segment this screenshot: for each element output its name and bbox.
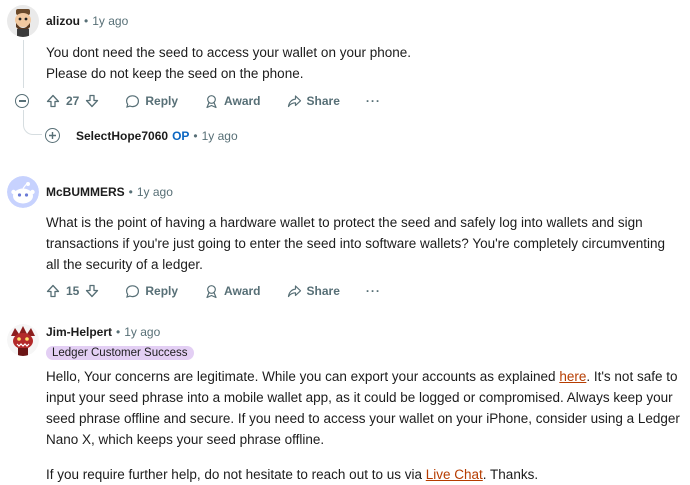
more-options-button[interactable]: ··· <box>366 284 381 298</box>
more-options-icon: ··· <box>365 284 381 298</box>
comment-line: transactions if you're just going to ent… <box>46 236 665 251</box>
monster-avatar-icon <box>7 324 39 356</box>
op-badge: OP <box>172 129 190 143</box>
award-icon <box>206 284 217 298</box>
expand-button[interactable] <box>45 128 60 143</box>
comment-line: all the security of a ledger. <box>46 257 203 272</box>
reply-button[interactable]: Reply <box>125 284 178 299</box>
share-label: Share <box>306 284 340 298</box>
comment-line: You dont need the seed to access your wa… <box>46 45 412 60</box>
more-options-button[interactable]: ··· <box>366 94 381 108</box>
thread-connector <box>23 110 42 135</box>
comment-body: Hello, Your concerns are legitimate. Whi… <box>46 366 686 485</box>
comment-body: You dont need the seed to access your wa… <box>46 42 676 84</box>
timestamp[interactable]: 1y ago <box>137 185 173 199</box>
upvote-icon[interactable] <box>46 94 60 108</box>
more-options-icon: ··· <box>365 94 381 108</box>
downvote-icon[interactable] <box>85 284 99 298</box>
comment-header: Jim-Helpert • 1y ago <box>46 325 160 339</box>
avatar[interactable] <box>7 324 39 356</box>
upvote-icon[interactable] <box>46 284 60 298</box>
username[interactable]: alizou <box>46 14 80 28</box>
comment-body: What is the point of having a hardware w… <box>46 212 681 275</box>
vote-group: 15 <box>46 284 99 298</box>
award-label: Award <box>224 284 261 298</box>
separator-dot: • <box>193 129 198 143</box>
here-link[interactable]: here <box>559 369 586 384</box>
action-row: 27 Reply Award Share ··· <box>46 92 407 110</box>
comment-text: . Thanks. <box>482 467 539 482</box>
timestamp[interactable]: 1y ago <box>124 325 160 339</box>
vote-group: 27 <box>46 94 99 108</box>
username[interactable]: McBUMMERS <box>46 185 125 199</box>
separator-dot: • <box>84 14 89 28</box>
plus-icon <box>49 132 56 139</box>
thread-line <box>23 40 24 88</box>
comment-header: McBUMMERS • 1y ago <box>46 185 173 199</box>
comment-line: What is the point of having a hardware w… <box>46 215 643 230</box>
reply-icon <box>126 94 140 108</box>
collapse-button[interactable] <box>15 94 29 108</box>
downvote-icon[interactable] <box>85 94 99 108</box>
flair-badge: Ledger Customer Success <box>46 346 194 360</box>
comment-header: alizou • 1y ago <box>46 14 128 28</box>
comment-text: Hello, Your concerns are legitimate. Whi… <box>46 369 556 384</box>
award-button[interactable]: Award <box>204 284 261 299</box>
avatar[interactable] <box>7 176 39 208</box>
collapsed-reply-header: SelectHope7060 OP • 1y ago <box>76 129 238 143</box>
award-label: Award <box>224 94 261 108</box>
live-chat-link[interactable]: Live Chat <box>426 467 483 482</box>
action-row: 15 Reply Award Share ··· <box>46 282 407 300</box>
comment-text: . It's not safe to <box>586 369 678 384</box>
share-icon <box>287 94 301 107</box>
username[interactable]: SelectHope7060 <box>76 129 168 143</box>
comment-line: Hello, Your concerns are legitimate. Whi… <box>46 366 686 387</box>
separator-dot: • <box>128 185 133 199</box>
score: 27 <box>66 94 80 108</box>
award-button[interactable]: Award <box>204 94 261 109</box>
user-flair: Ledger Customer Success <box>46 343 194 361</box>
reply-label: Reply <box>145 94 179 108</box>
score: 15 <box>66 284 80 298</box>
reply-label: Reply <box>145 284 179 298</box>
separator-dot: • <box>116 325 121 339</box>
comment-line: Please do not keep the seed on the phone… <box>46 66 304 81</box>
timestamp[interactable]: 1y ago <box>202 129 238 143</box>
share-label: Share <box>306 94 340 108</box>
avatar[interactable] <box>7 5 39 37</box>
share-button[interactable]: Share <box>287 284 340 299</box>
snoo-avatar-icon <box>7 5 39 37</box>
share-icon <box>287 284 301 297</box>
reply-button[interactable]: Reply <box>125 94 178 109</box>
reply-icon <box>126 284 140 298</box>
comment-text: If you require further help, do not hesi… <box>46 467 422 482</box>
share-button[interactable]: Share <box>287 94 340 109</box>
timestamp[interactable]: 1y ago <box>92 14 128 28</box>
comment-line: seed phrase offline and secure. If you n… <box>46 411 680 426</box>
username[interactable]: Jim-Helpert <box>46 325 112 339</box>
snoo-avatar-icon <box>7 176 39 208</box>
comment-line: input your seed phrase into a mobile wal… <box>46 390 673 405</box>
comment-line: Nano X, which keeps your seed phrase off… <box>46 432 325 447</box>
award-icon <box>206 94 217 108</box>
